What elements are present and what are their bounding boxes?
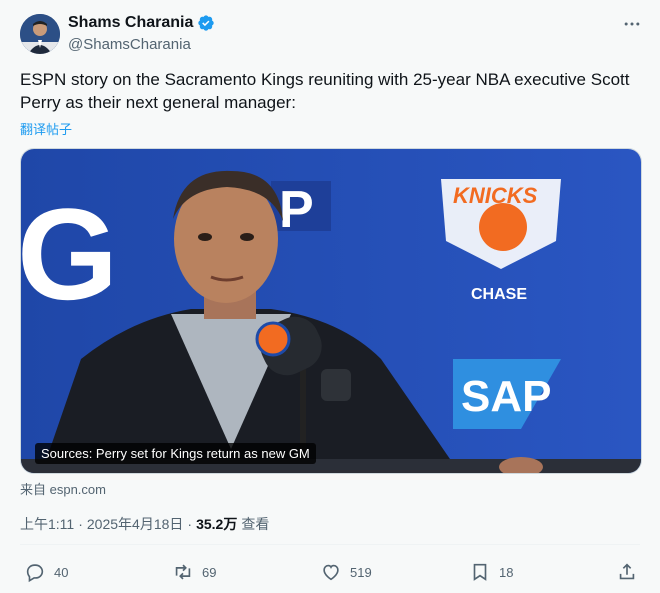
like-count: 519 xyxy=(350,564,372,580)
meta-separator: · xyxy=(78,516,83,532)
retweet-icon xyxy=(175,564,191,580)
retweet-count: 69 xyxy=(202,564,217,580)
reply-count: 40 xyxy=(54,564,69,580)
backdrop-sap: SAP xyxy=(461,372,551,421)
like-icon xyxy=(323,564,339,581)
backdrop-letter-p: P xyxy=(279,181,314,239)
backdrop-letter-g: G xyxy=(21,181,118,327)
tweet-media[interactable]: G P KNICKS CHASE SAP Sources: Perry set … xyxy=(20,148,642,474)
knicks-logo-text: KNICKS xyxy=(453,183,538,208)
author-handle[interactable]: @ShamsCharania xyxy=(68,36,191,53)
tweet-date[interactable]: 2025年4月18日 xyxy=(87,514,184,534)
like-button[interactable]: 519 xyxy=(320,560,372,584)
tweet-text: ESPN story on the Sacramento Kings reuni… xyxy=(20,70,630,112)
share-button[interactable] xyxy=(616,560,646,584)
view-label: 查看 xyxy=(241,516,270,532)
tweet-card: Shams Charania @ShamsCharania ESPN story… xyxy=(0,0,660,593)
avatar-image xyxy=(20,14,60,54)
media-caption: Sources: Perry set for Kings return as n… xyxy=(35,443,316,464)
bookmark-count: 18 xyxy=(499,564,514,580)
author-name[interactable]: Shams Charania xyxy=(68,14,193,32)
avatar[interactable] xyxy=(20,14,60,54)
share-icon xyxy=(619,563,635,580)
tweet-time[interactable]: 上午1:11 xyxy=(20,514,74,534)
reply-icon xyxy=(26,564,44,583)
bookmark-button[interactable]: 18 xyxy=(469,560,513,584)
divider xyxy=(20,544,640,545)
tweet-meta: 上午1:11 · 2025年4月18日 · 35.2万 查看 xyxy=(20,514,269,534)
meta-separator-2: · xyxy=(187,516,193,532)
retweet-button[interactable]: 69 xyxy=(172,560,216,584)
reply-button[interactable]: 40 xyxy=(24,560,68,584)
bookmark-icon xyxy=(473,563,487,581)
backdrop-sponsor: CHASE xyxy=(471,286,527,303)
view-count: 35.2万 xyxy=(196,516,238,532)
link-source[interactable]: 来自 espn.com xyxy=(20,479,106,498)
more-icon[interactable] xyxy=(622,14,642,34)
press-conference-photo: G P KNICKS CHASE SAP xyxy=(21,149,641,473)
translate-link[interactable]: 翻译帖子 xyxy=(20,119,72,138)
verified-badge-icon xyxy=(198,15,215,31)
